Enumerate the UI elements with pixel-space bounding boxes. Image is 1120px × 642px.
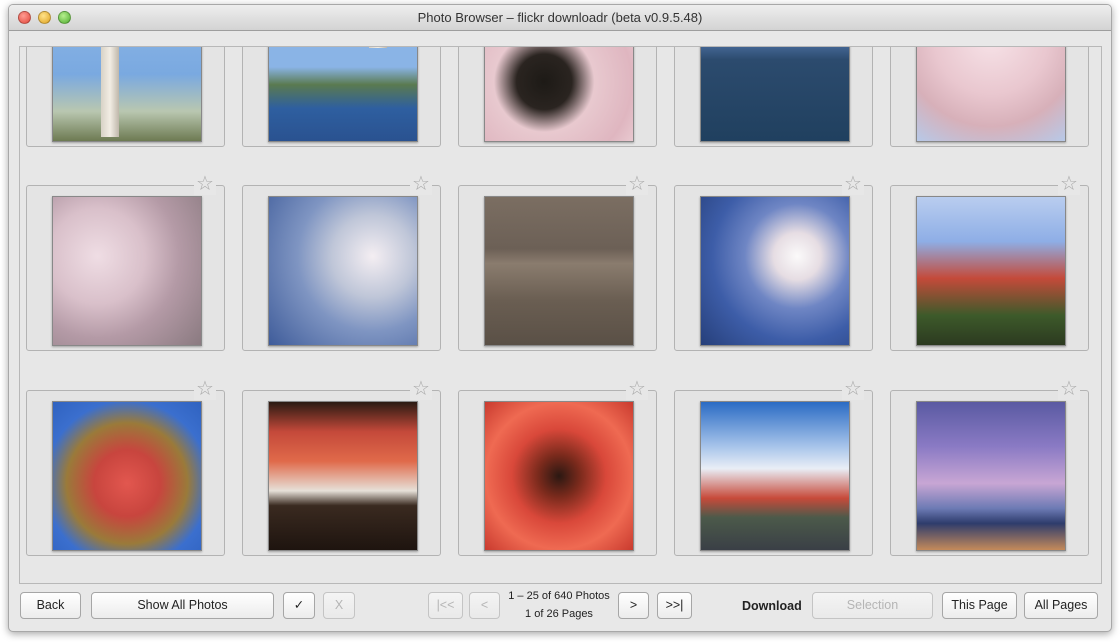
photo-cell[interactable]: ☆ bbox=[458, 378, 657, 556]
photo-thumbnail-monument-tidal-basin[interactable] bbox=[268, 47, 418, 142]
title-bar: Photo Browser – flickr downloadr (beta v… bbox=[9, 5, 1111, 31]
photo-thumbnail-washington-monument-blossoms[interactable] bbox=[52, 47, 202, 142]
photo-thumbnail-red-maple-canopy[interactable] bbox=[484, 401, 634, 551]
favorite-star-icon[interactable]: ☆ bbox=[410, 173, 432, 195]
photo-thumbnail-fdr-memorial-wall[interactable] bbox=[484, 196, 634, 346]
photo-cell[interactable]: ☆ bbox=[674, 378, 873, 556]
photo-cell[interactable] bbox=[674, 47, 873, 147]
photo-thumbnail-blossom-branch-sky[interactable] bbox=[268, 196, 418, 346]
select-all-check-button[interactable]: ✓ bbox=[283, 592, 315, 619]
photo-thumbnail-blossom-canopy[interactable] bbox=[52, 196, 202, 346]
photo-cell[interactable]: ☆ bbox=[26, 378, 225, 556]
window-title: Photo Browser – flickr downloadr (beta v… bbox=[417, 10, 703, 25]
monument-shape bbox=[369, 47, 387, 48]
favorite-star-icon[interactable]: ☆ bbox=[626, 173, 648, 195]
photo-cell[interactable] bbox=[890, 47, 1089, 147]
photo-cell[interactable]: ☆ bbox=[242, 173, 441, 351]
photo-cell[interactable] bbox=[242, 47, 441, 147]
photo-thumbnail-red-tree-clouds[interactable] bbox=[916, 196, 1066, 346]
back-button[interactable]: Back bbox=[20, 592, 81, 619]
monument-shape bbox=[101, 47, 119, 137]
favorite-star-icon[interactable]: ☆ bbox=[1058, 173, 1080, 195]
photo-thumbnail-window-autumn-view[interactable] bbox=[268, 401, 418, 551]
photo-thumbnail-beach-sunset[interactable] bbox=[916, 401, 1066, 551]
photo-cell[interactable]: ☆ bbox=[674, 173, 873, 351]
favorite-star-icon[interactable]: ☆ bbox=[1058, 378, 1080, 400]
photo-browser-window: Photo Browser – flickr downloadr (beta v… bbox=[8, 4, 1112, 632]
download-this-page-button[interactable]: This Page bbox=[942, 592, 1017, 619]
previous-page-button[interactable]: < bbox=[469, 592, 500, 619]
photo-thumbnail-tidal-basin-water[interactable] bbox=[700, 47, 850, 142]
deselect-x-button[interactable]: X bbox=[323, 592, 355, 619]
last-page-button[interactable]: >>| bbox=[657, 592, 692, 619]
photo-thumbnail-blossom-tree-trunk[interactable] bbox=[484, 47, 634, 142]
favorite-star-icon[interactable]: ☆ bbox=[194, 378, 216, 400]
photo-thumbnail-blossoms-sky[interactable] bbox=[916, 47, 1066, 142]
next-page-button[interactable]: > bbox=[618, 592, 649, 619]
photo-cell[interactable]: ☆ bbox=[890, 173, 1089, 351]
photo-thumbnail-blossom-closeup[interactable] bbox=[700, 196, 850, 346]
download-label: Download bbox=[742, 599, 802, 613]
download-all-pages-button[interactable]: All Pages bbox=[1024, 592, 1098, 619]
photo-cell[interactable]: ☆ bbox=[458, 173, 657, 351]
photo-cell[interactable] bbox=[26, 47, 225, 147]
show-all-photos-button[interactable]: Show All Photos bbox=[91, 592, 274, 619]
page-count-label: 1 of 26 Pages bbox=[525, 608, 593, 620]
photo-thumbnail-autumn-tree-blue-sky[interactable] bbox=[52, 401, 202, 551]
photo-cell[interactable]: ☆ bbox=[890, 378, 1089, 556]
favorite-star-icon[interactable]: ☆ bbox=[626, 378, 648, 400]
favorite-star-icon[interactable]: ☆ bbox=[194, 173, 216, 195]
photo-cell[interactable] bbox=[458, 47, 657, 147]
favorite-star-icon[interactable]: ☆ bbox=[842, 173, 864, 195]
photo-cell[interactable]: ☆ bbox=[26, 173, 225, 351]
first-page-button[interactable]: |<< bbox=[428, 592, 463, 619]
photo-range-label: 1 – 25 of 640 Photos bbox=[508, 590, 610, 602]
download-selection-button[interactable]: Selection bbox=[812, 592, 933, 619]
favorite-star-icon[interactable]: ☆ bbox=[410, 378, 432, 400]
photo-cell[interactable]: ☆ bbox=[242, 378, 441, 556]
favorite-star-icon[interactable]: ☆ bbox=[842, 378, 864, 400]
photo-thumbnail-street-traffic-light[interactable] bbox=[700, 401, 850, 551]
photo-grid[interactable]: ☆ ☆ ☆ ☆ ☆ ☆ ☆ ☆ ☆ ☆ bbox=[19, 46, 1102, 584]
